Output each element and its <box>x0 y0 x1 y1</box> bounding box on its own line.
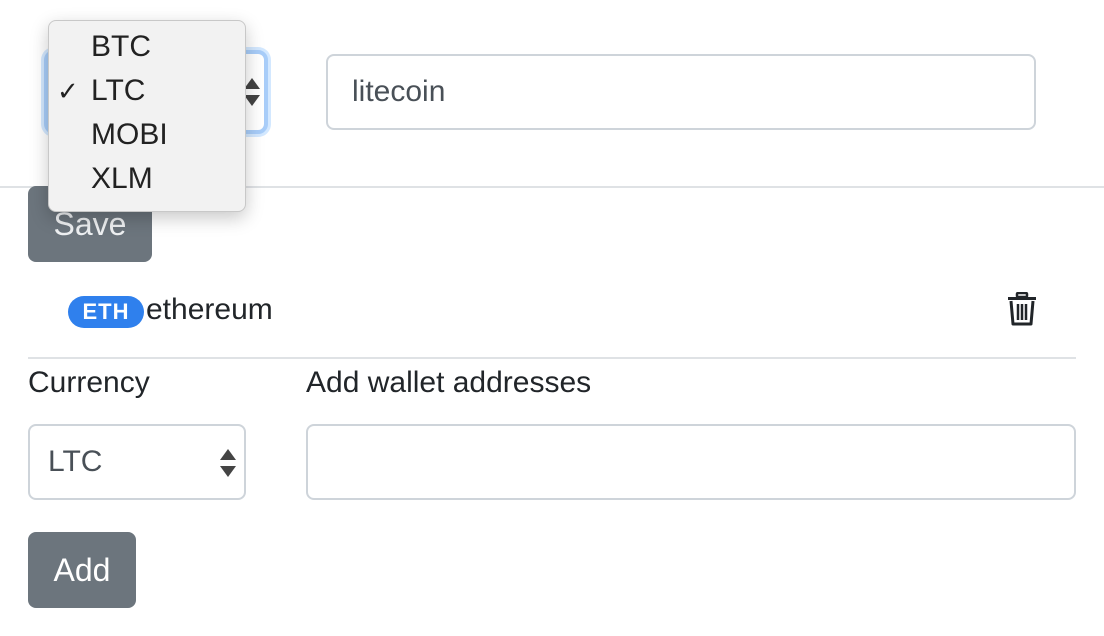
add-currency-select[interactable]: LTC <box>28 424 246 500</box>
wallet-settings-page: litecoin Save ETH ethereum Currency Add … <box>0 0 1104 636</box>
currency-label: Currency <box>28 366 150 399</box>
add-wallet-address-input[interactable] <box>306 424 1076 500</box>
wallet-address-text: ethereum <box>146 293 273 326</box>
dropdown-option[interactable]: XLM <box>49 157 245 201</box>
add-currency-value: LTC <box>48 445 103 478</box>
divider <box>28 357 1076 359</box>
currency-dropdown-menu: BTC ✓ LTC MOBI XLM <box>48 20 246 212</box>
dropdown-option[interactable]: BTC <box>49 25 245 69</box>
dropdown-option[interactable]: MOBI <box>49 113 245 157</box>
add-wallet-label: Add wallet addresses <box>306 366 592 399</box>
edit-wallet-address-value: litecoin <box>352 75 446 108</box>
checkmark-icon: ✓ <box>57 76 79 106</box>
currency-badge: ETH <box>68 296 144 328</box>
add-button[interactable]: Add <box>28 532 136 608</box>
dropdown-option-selected[interactable]: ✓ LTC <box>49 69 245 113</box>
trash-icon[interactable] <box>1006 292 1038 326</box>
edit-wallet-address-input[interactable]: litecoin <box>326 54 1036 130</box>
